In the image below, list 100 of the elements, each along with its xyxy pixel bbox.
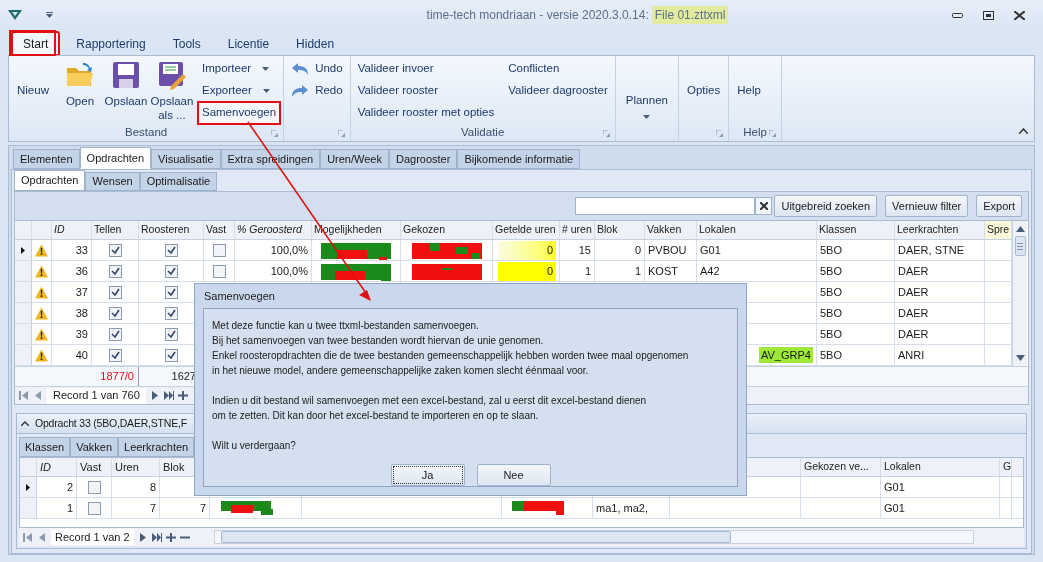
clear-search-button[interactable]	[755, 197, 773, 215]
tab[interactable]: Opdrachten	[14, 170, 86, 191]
ribbon-button[interactable]: Valideer rooster	[354, 81, 498, 101]
toolbar-button[interactable]: Vernieuw filter	[885, 195, 969, 217]
checkbox[interactable]	[108, 348, 122, 362]
ribbon-button[interactable]: Undo	[288, 59, 346, 79]
scrollbar[interactable]	[1012, 221, 1027, 366]
ribbon-button[interactable]: Opslaan	[102, 60, 149, 108]
ribbon-tab[interactable]: Hidden	[286, 32, 345, 55]
checkbox[interactable]	[164, 327, 178, 341]
scrollbar-thumb[interactable]	[1014, 236, 1026, 256]
column-header[interactable]: % Geroosterd	[237, 222, 302, 238]
ribbon-tab[interactable]: Tools	[162, 32, 211, 55]
column-header[interactable]: Tellen	[94, 222, 122, 238]
column-header[interactable]: Getelde uren	[495, 222, 556, 238]
add-icon[interactable]	[165, 532, 176, 542]
add-icon[interactable]	[177, 391, 188, 400]
column-header[interactable]: Vakken	[647, 222, 682, 238]
ribbon-button[interactable]: Help	[729, 82, 769, 100]
column-header[interactable]: ID	[40, 458, 51, 476]
close-icon[interactable]	[1014, 10, 1025, 20]
last-record-icon[interactable]	[163, 391, 174, 400]
column-header[interactable]: Lokalen	[699, 222, 736, 238]
dialog-button[interactable]: Nee	[476, 464, 551, 486]
tab[interactable]: Optimalisatie	[139, 172, 218, 191]
column-header[interactable]: Spre	[987, 222, 1010, 238]
app-logo-icon[interactable]	[8, 10, 22, 20]
column-header[interactable]: Leerkrachten	[897, 222, 959, 238]
checkbox[interactable]	[164, 243, 178, 257]
tab[interactable]: Uren/Week	[320, 149, 389, 169]
row-indicator[interactable]	[15, 240, 32, 260]
table-cell-text: 40	[75, 347, 88, 363]
quick-access-menu-icon[interactable]	[46, 12, 53, 18]
tab[interactable]: Bijkomende informatie	[457, 149, 581, 169]
ribbon-button[interactable]: Open	[56, 60, 103, 108]
search-field[interactable]	[575, 197, 756, 215]
next-record-icon[interactable]	[149, 391, 160, 400]
minimize-icon[interactable]	[952, 12, 963, 18]
ribbon-button[interactable]: Valideer dagrooster	[505, 81, 611, 101]
last-record-icon[interactable]	[151, 532, 162, 542]
horizontal-scrollbar[interactable]	[213, 530, 974, 544]
tab[interactable]: Opdrachten	[79, 147, 152, 169]
checkbox[interactable]	[108, 327, 122, 341]
column-header[interactable]: Klassen	[819, 222, 857, 238]
checkbox[interactable]	[87, 480, 101, 494]
scroll-down-icon[interactable]	[1015, 355, 1025, 361]
ribbon-button[interactable]: Exporteer	[198, 81, 280, 101]
tab[interactable]: Visualisatie	[151, 149, 221, 169]
ribbon-button[interactable]: Opties	[678, 82, 729, 100]
tab[interactable]: Leerkrachten	[118, 437, 195, 457]
column-header[interactable]: Uren	[115, 458, 139, 476]
checkbox[interactable]	[212, 264, 226, 278]
checkbox[interactable]	[108, 306, 122, 320]
tab[interactable]: Dagrooster	[388, 149, 458, 169]
ribbon-tab[interactable]: Licentie	[217, 32, 280, 55]
checkbox[interactable]	[164, 306, 178, 320]
row-indicator[interactable]	[20, 477, 37, 497]
column-header[interactable]: Blok	[597, 222, 618, 238]
scroll-up-icon[interactable]	[1015, 226, 1025, 232]
scrollbar-thumb[interactable]	[220, 531, 731, 543]
ribbon-tab[interactable]: Rapportering	[66, 32, 156, 55]
column-header[interactable]: ID	[54, 222, 65, 238]
checkbox[interactable]	[212, 243, 226, 257]
restore-icon[interactable]	[983, 10, 994, 20]
checkbox[interactable]	[108, 243, 122, 257]
ribbon-button[interactable]: Samenvoegen	[198, 103, 280, 123]
table-cell-text: 5BO	[820, 263, 842, 279]
column-header[interactable]: G	[1003, 459, 1011, 475]
checkbox[interactable]	[164, 348, 178, 362]
ribbon-button[interactable]: Importeer	[198, 59, 280, 79]
tab[interactable]: Wensen	[85, 172, 140, 191]
ribbon-button[interactable]: Opslaan als ...	[148, 60, 195, 122]
checkbox[interactable]	[164, 285, 178, 299]
column-header[interactable]: Lokalen	[884, 459, 921, 475]
dialog-button[interactable]: Ja	[390, 464, 465, 486]
column-header[interactable]: Vast	[206, 222, 227, 238]
column-header[interactable]: Vast	[80, 458, 102, 476]
checkbox[interactable]	[108, 285, 122, 299]
ribbon-dropdown-button[interactable]: Plannen	[615, 92, 678, 120]
ribbon-button[interactable]: Valideer rooster met opties	[354, 103, 498, 123]
column-header[interactable]: Blok	[163, 458, 185, 476]
collapse-icon[interactable]	[21, 421, 29, 426]
column-header[interactable]: # uren	[562, 222, 592, 238]
column-header[interactable]: Gekozen	[403, 222, 446, 238]
toolbar-button[interactable]: Export	[976, 195, 1022, 217]
tab[interactable]: Klassen	[19, 437, 71, 457]
checkbox[interactable]	[164, 264, 178, 278]
toolbar-button[interactable]: Uitgebreid zoeken	[774, 195, 878, 217]
ribbon-button[interactable]: Valideer invoer	[354, 59, 498, 79]
ribbon-button[interactable]: Conflicten	[505, 59, 611, 79]
next-record-icon[interactable]	[137, 532, 148, 542]
tab[interactable]: Vakken	[70, 437, 118, 457]
ribbon-button[interactable]: Redo	[288, 81, 346, 101]
checkbox[interactable]	[87, 501, 101, 515]
ribbon-button[interactable]: Nieuw	[9, 82, 57, 100]
column-header[interactable]: Roosteren	[141, 222, 190, 238]
column-header[interactable]: Gekozen ve...	[804, 459, 869, 475]
checkbox[interactable]	[108, 264, 122, 278]
collapse-ribbon-icon[interactable]	[1019, 128, 1028, 134]
tab[interactable]: Elementen	[13, 149, 80, 169]
